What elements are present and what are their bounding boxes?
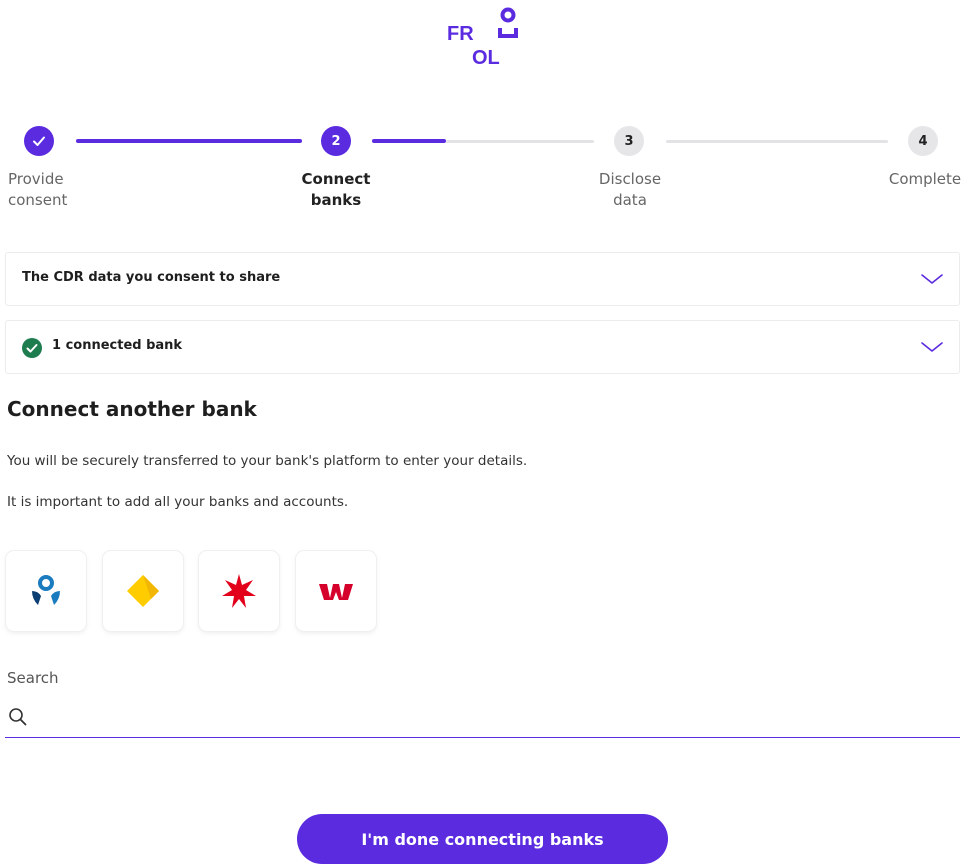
step-3-label-line1: Disclose [598, 170, 662, 188]
frolo-logo: FR OL [442, 2, 522, 72]
cdr-data-accordion[interactable]: The CDR data you consent to share [5, 252, 960, 306]
bank-logo-red-w-icon [319, 584, 353, 600]
search-icon [9, 708, 27, 726]
bank-tile-2[interactable] [103, 551, 183, 631]
progress-stepper: 2 3 4 Provide consent Connect banks Disc… [0, 118, 972, 218]
stepper-track-2-todo [446, 140, 594, 143]
bank-logo-red-star-icon [222, 574, 256, 608]
stepper-track-3 [666, 140, 888, 143]
step-3-label: Disclose data [590, 169, 670, 211]
secure-transfer-text: You will be securely transferred to your… [7, 453, 528, 469]
connected-banks-accordion[interactable]: 1 connected bank [5, 320, 960, 374]
bank-logo-yellow-diamond-icon [127, 575, 159, 607]
step-1-label-line2: consent [8, 191, 68, 209]
chevron-down-icon [921, 274, 943, 284]
bank-logo-blue-person-icon [32, 575, 60, 605]
search-label: Search [7, 669, 59, 687]
bank-tile-1[interactable] [6, 551, 86, 631]
svg-text:OL: OL [472, 47, 500, 69]
stepper-track-2-done [372, 139, 446, 143]
step-2-label: Connect banks [297, 169, 375, 211]
svg-text:FR: FR [447, 23, 474, 45]
bank-tile-4[interactable] [296, 551, 376, 631]
step-4-label: Complete [880, 169, 970, 190]
done-connecting-banks-button[interactable]: I'm done connecting banks [297, 814, 668, 864]
step-2-indicator: 2 [321, 126, 351, 156]
step-1-indicator [24, 126, 54, 156]
step-3-indicator: 3 [614, 126, 644, 156]
connected-banks-accordion-title: 1 connected bank [52, 338, 183, 353]
connect-another-bank-heading: Connect another bank [7, 397, 257, 421]
check-circle-icon [22, 338, 42, 358]
bank-tile-3[interactable] [199, 551, 279, 631]
step-3-label-line2: data [613, 191, 647, 209]
step-2-label-line2: banks [310, 191, 362, 209]
step-1-label-line1: Provide [8, 170, 64, 188]
search-input[interactable] [37, 704, 941, 734]
stepper-track-1 [76, 139, 302, 143]
step-1-label: Provide consent [8, 169, 67, 211]
cdr-data-accordion-title: The CDR data you consent to share [22, 270, 281, 285]
step-4-label-line1: Complete [888, 170, 962, 188]
check-icon [33, 136, 45, 146]
step-4-indicator: 4 [908, 126, 938, 156]
add-all-banks-text: It is important to add all your banks an… [7, 494, 349, 510]
step-2-label-line1: Connect [301, 170, 371, 188]
connect-banks-page: FR OL 2 3 4 Provide consent Connect bank… [0, 0, 972, 865]
search-field [5, 700, 960, 738]
chevron-down-icon [921, 342, 943, 352]
